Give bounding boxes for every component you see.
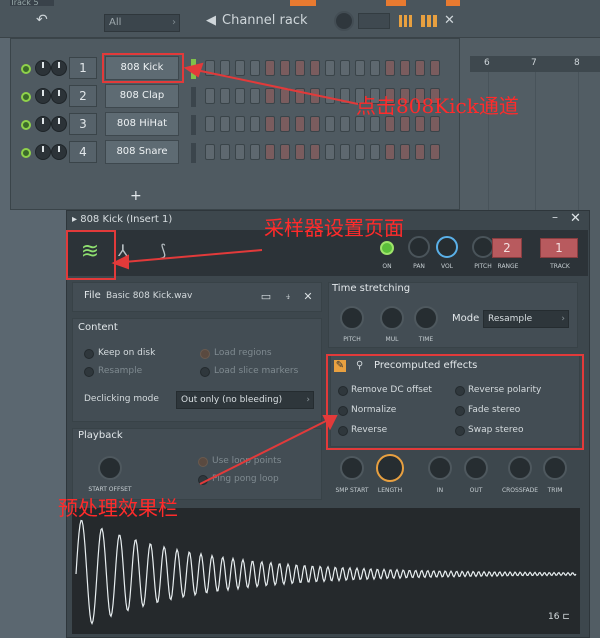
annotation-sampler-page: 采样器设置页面 [264, 216, 404, 240]
annotation-click-channel: 点击808Kick通道 [356, 94, 519, 118]
annotation-precomputed-bar: 预处理效果栏 [58, 496, 178, 520]
